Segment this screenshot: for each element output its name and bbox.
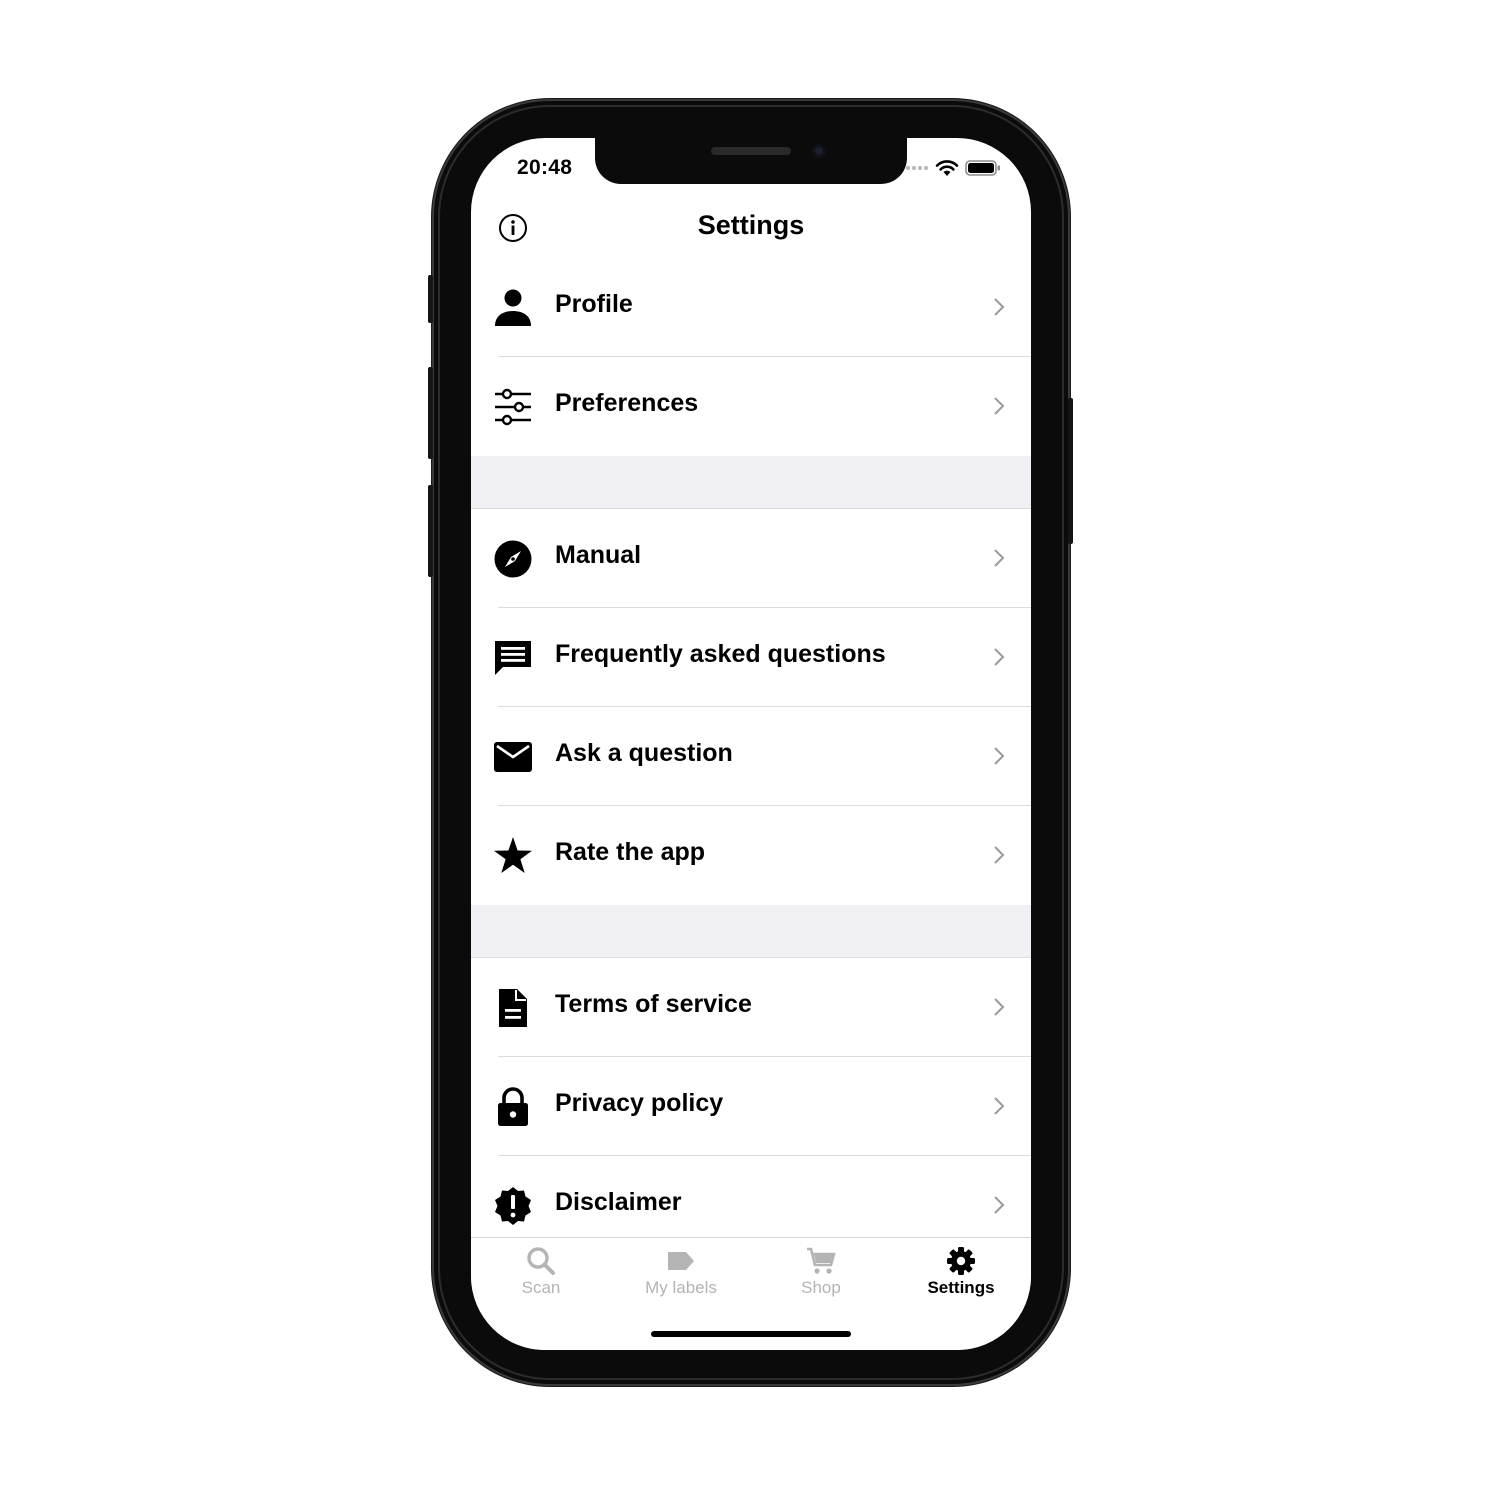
tab-settings[interactable]: Settings xyxy=(891,1246,1031,1298)
document-icon xyxy=(499,989,527,1027)
volume-up-button xyxy=(428,367,433,459)
lock-icon xyxy=(498,1087,528,1126)
sliders-icon xyxy=(495,388,531,426)
tab-label: Shop xyxy=(801,1278,841,1297)
chat-icon xyxy=(495,641,531,675)
chevron-right-icon xyxy=(994,846,1005,864)
row-label: Terms of service xyxy=(555,990,752,1018)
chevron-right-icon xyxy=(994,648,1005,666)
navigation-bar: Settings xyxy=(471,206,1031,259)
tab-scan[interactable]: Scan xyxy=(471,1246,611,1298)
page-title: Settings xyxy=(697,210,805,240)
row-label: Preferences xyxy=(555,389,699,417)
status-icons xyxy=(905,158,1001,178)
notch xyxy=(595,138,907,184)
tag-icon xyxy=(668,1252,694,1270)
tab-shop[interactable]: Shop xyxy=(751,1246,891,1298)
battery-icon xyxy=(965,160,1000,176)
person-icon xyxy=(495,289,531,326)
row-label: Disclaimer xyxy=(555,1188,682,1216)
signal-dots-icon xyxy=(906,166,928,170)
settings-row-manual[interactable]: Manual xyxy=(471,509,1031,608)
chevron-right-icon xyxy=(994,1097,1005,1115)
wifi-icon xyxy=(935,160,959,176)
compass-icon xyxy=(494,540,532,578)
chevron-right-icon xyxy=(994,998,1005,1016)
front-camera xyxy=(812,144,826,158)
settings-row-rate-app[interactable]: Rate the app xyxy=(471,806,1031,905)
home-indicator[interactable] xyxy=(651,1331,851,1337)
settings-row-privacy[interactable]: Privacy policy xyxy=(471,1057,1031,1156)
row-label: Frequently asked questions xyxy=(555,640,886,668)
chevron-right-icon xyxy=(994,549,1005,567)
power-button xyxy=(1068,398,1073,544)
search-icon xyxy=(527,1247,555,1275)
row-label: Manual xyxy=(555,541,642,569)
alert-badge-icon xyxy=(495,1187,531,1225)
cart-icon xyxy=(807,1247,836,1274)
section-gap xyxy=(471,456,1031,509)
status-time: 20:48 xyxy=(517,156,573,179)
mail-icon xyxy=(494,742,532,772)
chevron-right-icon xyxy=(994,747,1005,765)
settings-row-ask-question[interactable]: Ask a question xyxy=(471,707,1031,806)
settings-list: Profile Preferences Manual Frequently as… xyxy=(471,258,1031,1255)
settings-row-terms[interactable]: Terms of service xyxy=(471,958,1031,1057)
settings-row-profile[interactable]: Profile xyxy=(471,258,1031,357)
settings-row-faq[interactable]: Frequently asked questions xyxy=(471,608,1031,707)
tab-label: My labels xyxy=(645,1278,717,1297)
chevron-right-icon xyxy=(994,1196,1005,1214)
row-label: Profile xyxy=(555,290,633,318)
volume-down-button xyxy=(428,485,433,577)
tab-label: Settings xyxy=(927,1278,995,1297)
row-label: Privacy policy xyxy=(555,1089,724,1117)
chevron-right-icon xyxy=(994,298,1005,316)
silent-switch xyxy=(428,275,433,323)
row-label: Rate the app xyxy=(555,838,706,866)
tab-my-labels[interactable]: My labels xyxy=(611,1246,751,1298)
screen: 20:48 Settings Profile Preferences Manua… xyxy=(471,138,1031,1350)
speaker-grille xyxy=(711,147,791,155)
section-gap xyxy=(471,905,1031,958)
star-icon xyxy=(494,837,532,873)
gear-icon xyxy=(947,1247,975,1275)
tab-label: Scan xyxy=(521,1278,561,1297)
chevron-right-icon xyxy=(994,397,1005,415)
row-label: Ask a question xyxy=(555,739,733,767)
settings-row-preferences[interactable]: Preferences xyxy=(471,357,1031,456)
